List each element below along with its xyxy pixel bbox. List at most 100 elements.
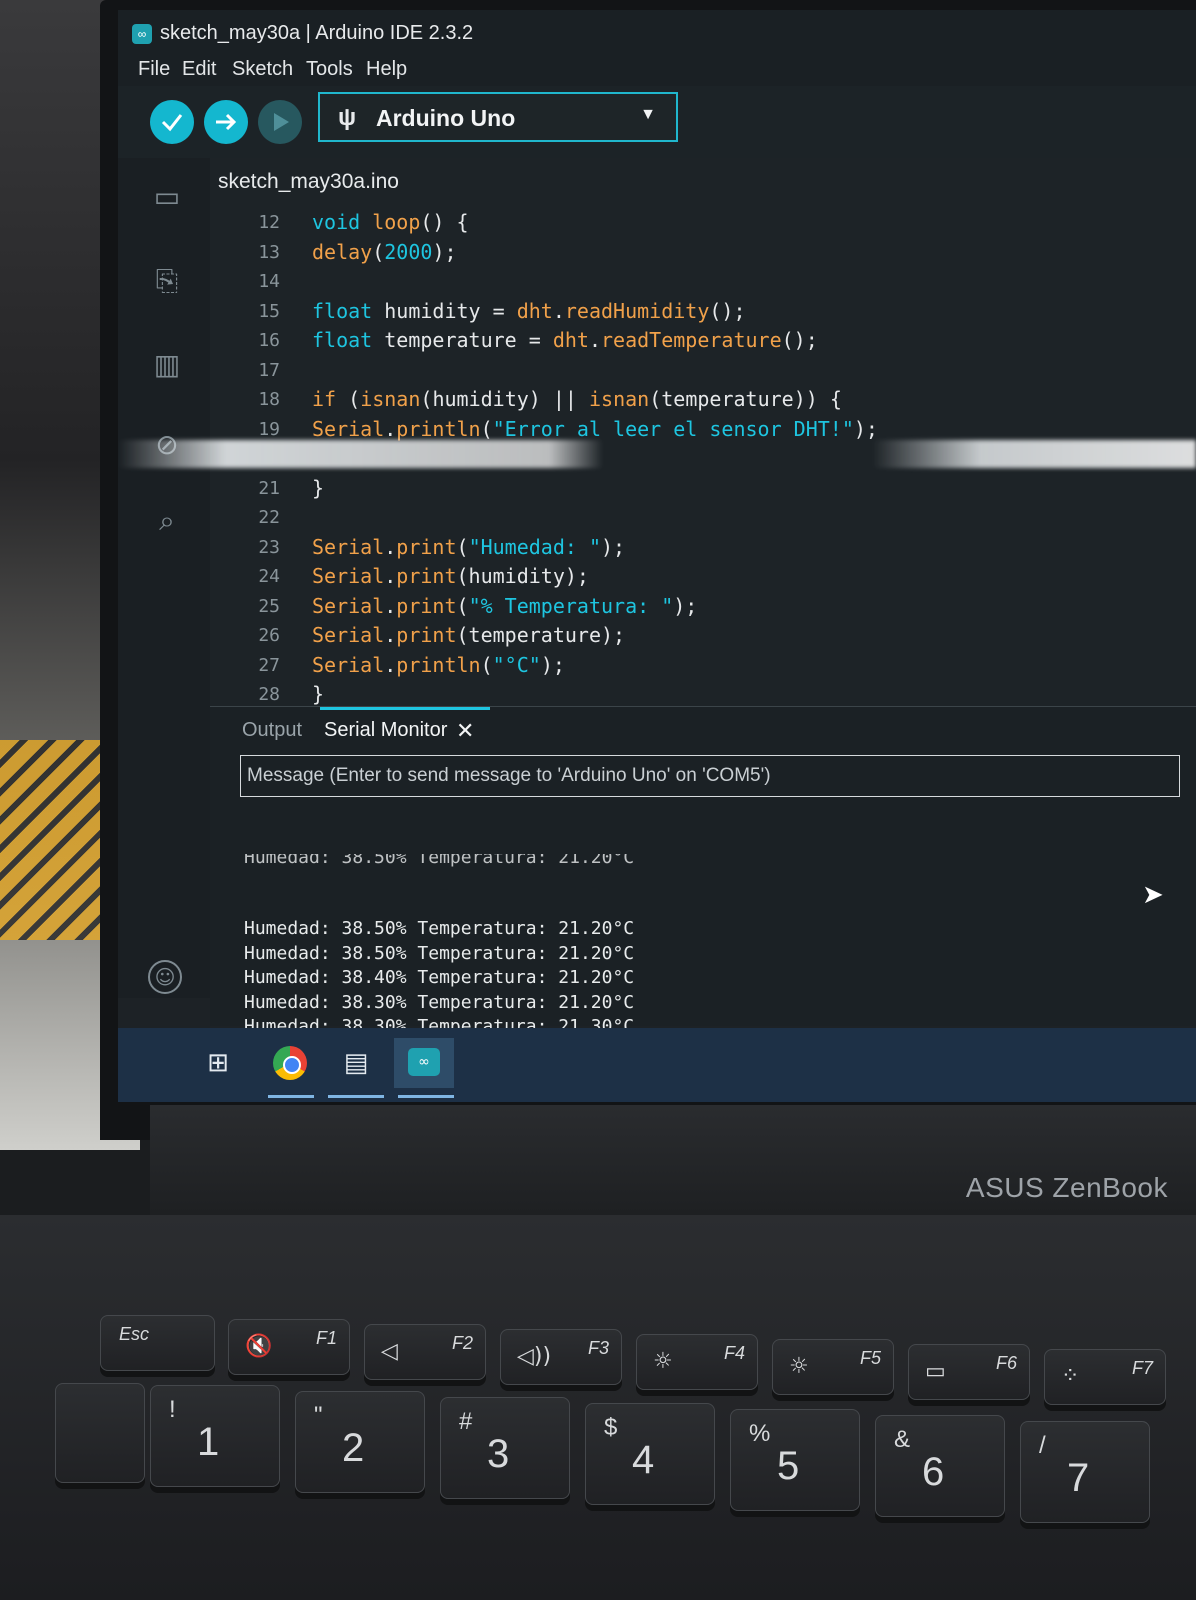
code-text: Serial.print("% Temperatura: "); (312, 593, 698, 618)
key-shift-symbol: % (749, 1420, 771, 1447)
key-digit: 6 (922, 1450, 945, 1494)
line-number: 17 (258, 359, 280, 381)
key-f6[interactable]: ▭ F6 (908, 1344, 1030, 1400)
title-bar: ∞ sketch_may30a | Arduino IDE 2.3.2 (118, 10, 1196, 52)
line-number: 12 (258, 212, 280, 233)
fkey-icon: ⁘ (1061, 1364, 1080, 1389)
line-number: 16 (258, 330, 280, 351)
serial-monitor-panel: Output Serial Monitor ✕ Humedad: 38.50% … (210, 706, 1196, 1086)
key-f2[interactable]: ◁ F2 (364, 1324, 486, 1380)
mouse-cursor-icon: ➤ (1142, 880, 1164, 910)
key-5[interactable]: % 5 (730, 1409, 860, 1511)
key-shift-symbol: $ (604, 1414, 618, 1441)
arduino-running-indicator (398, 1095, 454, 1098)
key-f5[interactable]: ☼ F5 (772, 1339, 894, 1395)
laptop-screen: ∞ sketch_may30a | Arduino IDE 2.3.2 File… (118, 10, 1196, 1102)
key-digit: 7 (1067, 1456, 1090, 1500)
file-explorer-icon[interactable]: ▤ (328, 1038, 384, 1088)
key-f4[interactable]: ☼ F4 (636, 1334, 758, 1390)
debug-icon (274, 113, 289, 131)
line-number: 25 (258, 595, 280, 617)
key-f1[interactable]: 🔇 F1 (228, 1319, 350, 1375)
library-manager-icon[interactable]: ▥ (148, 346, 186, 384)
boards-manager-icon[interactable]: ⎘ (148, 262, 186, 300)
fkey-icon: 🔇 (245, 1334, 273, 1359)
code-text: Serial.println("°C"); (312, 652, 565, 677)
account-icon[interactable]: ☺ (148, 960, 182, 994)
key-digit: 4 (632, 1438, 655, 1482)
key-f7[interactable]: ⁘ F7 (1044, 1349, 1166, 1405)
check-icon (161, 114, 183, 132)
key-6[interactable]: & 6 (875, 1415, 1005, 1517)
key-2[interactable]: " 2 (295, 1391, 425, 1493)
menu-edit[interactable]: Edit (182, 58, 216, 81)
message-input[interactable] (240, 755, 1180, 797)
key-shift-symbol: / (1039, 1432, 1046, 1459)
explorer-running-indicator (328, 1095, 384, 1098)
key-shift-symbol: " (314, 1402, 323, 1429)
tab-output[interactable]: Output (242, 719, 302, 742)
board-selector[interactable]: ψ Arduino Uno ▼ (318, 92, 678, 142)
arrow-right-icon (216, 113, 237, 131)
line-number: 14 (258, 271, 280, 292)
fkey-icon: ☼ (653, 1349, 673, 1374)
serial-line: Humedad: 38.50% Temperatura: 21.20°C (244, 918, 635, 939)
toolbar: ψ Arduino Uno ▼ (118, 86, 1196, 158)
windows-start-icon[interactable]: ⊞ (190, 1038, 246, 1088)
key-digit: 3 (487, 1432, 510, 1476)
chrome-icon[interactable] (262, 1038, 318, 1088)
key-esc[interactable]: Esc (100, 1315, 215, 1371)
upload-button[interactable] (204, 100, 248, 144)
brand-logo: ASUS ZenBook (965, 1172, 1168, 1203)
file-tab[interactable]: sketch_may30a.ino (218, 170, 399, 194)
serial-line: Humedad: 38.50% Temperatura: 21.20°C (244, 942, 635, 964)
menu-tools[interactable]: Tools (306, 58, 353, 81)
taskbar: ⊞ ▤ ∞ (118, 1028, 1196, 1102)
folder-icon[interactable]: ▭ (148, 178, 186, 216)
code-text: delay(2000); (312, 239, 457, 264)
tab-serial-monitor[interactable]: Serial Monitor (324, 719, 447, 742)
key-4[interactable]: $4 (585, 1403, 715, 1505)
sidebar: ▭ ⎘ ▥ ⊘ ⌕ (118, 158, 210, 998)
key-1[interactable]: ! 1 (150, 1385, 280, 1487)
arduino-taskbar-icon[interactable]: ∞ (394, 1038, 454, 1088)
arduino-app-icon: ∞ (132, 24, 152, 44)
key-shift-symbol: # (459, 1408, 473, 1435)
code-text: Serial.print(humidity); (312, 564, 589, 588)
key-shift-symbol: & (894, 1426, 911, 1453)
code-text: float temperature = dht.readTemperature(… (312, 328, 818, 352)
screen-glare (118, 440, 1196, 468)
key-3[interactable]: #3 (440, 1397, 570, 1499)
keyboard: Esc 🔇 F1 ◁ F2 ◁)) F3 ☼ F4 ☼ F5 ▭ F6 ⁘ F7 ! 1 " 2 #3 $4% 5 & 6… (0, 1215, 1196, 1600)
search-icon[interactable]: ⌕ (148, 502, 186, 540)
menu-bar: File Edit Sketch Tools Help (118, 52, 1196, 86)
key-digit: 2 (342, 1426, 365, 1470)
code-text: float humidity = dht.readHumidity(); (312, 298, 746, 323)
code-editor[interactable]: sketch_may30a.ino 12 void loop() { 13 delay… (210, 158, 1196, 706)
code-text: void loop() { (312, 210, 469, 234)
code-text: if (isnan(humidity) || isnan(temperature… (312, 387, 842, 411)
menu-file[interactable]: File (138, 58, 170, 81)
line-number: 23 (258, 536, 280, 558)
fkey-label: F7 (1131, 1358, 1153, 1378)
debug-button[interactable] (258, 100, 302, 144)
fkey-label: F4 (723, 1343, 745, 1363)
line-number: 15 (258, 300, 280, 322)
code-text: Serial.print(temperature); (312, 623, 626, 647)
line-number: 21 (258, 477, 280, 499)
key-7[interactable]: /7 (1020, 1421, 1150, 1523)
board-label: Arduino Uno (376, 105, 516, 131)
line-number: 13 (258, 241, 280, 263)
code-text: } (312, 475, 325, 500)
menu-sketch[interactable]: Sketch (232, 58, 293, 81)
line-number: 24 (258, 566, 280, 587)
key-backtick[interactable] (55, 1383, 145, 1483)
key-digit: 1 (197, 1420, 220, 1464)
chrome-running-indicator (268, 1095, 314, 1098)
verify-button[interactable] (150, 100, 194, 144)
close-icon[interactable]: ✕ (456, 719, 474, 744)
key-f3[interactable]: ◁)) F3 (500, 1329, 622, 1385)
serial-line: Humedad: 38.30% Temperatura: 21.20°C (244, 991, 635, 1013)
menu-help[interactable]: Help (366, 58, 407, 81)
usb-icon: ψ (338, 104, 357, 131)
